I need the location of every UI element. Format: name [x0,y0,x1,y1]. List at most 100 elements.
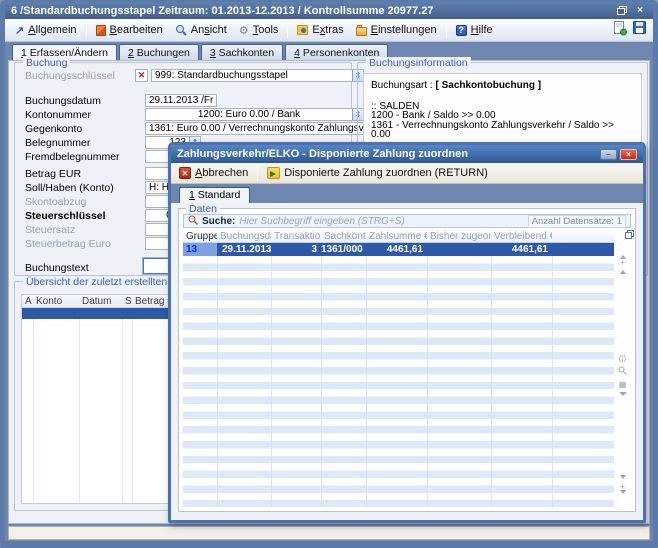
menu-bearbeiten[interactable]: Bearbeiten [90,22,169,38]
belegnummer-label: Belegnummer [25,137,90,149]
scroll-prev-icon[interactable] [620,270,626,274]
edit-icon [96,25,106,36]
new-document-icon[interactable] [613,21,627,39]
zuordnen-button[interactable]: Disponierte Zahlung zuordnen (RETURN) [263,166,492,180]
filter-icon[interactable] [619,392,627,396]
buchungsdatum-combo[interactable]: 29.11.2013 /Fr ⇕ [145,94,217,107]
scroll-first-icon[interactable] [620,246,626,255]
scroll-next-icon[interactable] [620,475,626,479]
menu-separator [287,23,288,38]
buchungsschluessel-combo[interactable]: 999: Standardbuchungsstapel ⇕ [151,69,364,82]
dialog-close-icon[interactable]: × [620,149,637,160]
table-row[interactable]: 13 29.11.2013 /Fr 3 1361/000 4461,61 446… [183,243,614,256]
column-header[interactable]: Datum [79,296,122,307]
gegenkonto-combo[interactable]: 1361: Euro 0.00 / Verrechnungskonto Zahl… [145,122,364,135]
menu-extras[interactable]: Extras [291,22,349,38]
column-divider [217,256,218,507]
search-label: Suche: [202,216,235,227]
menu-separator [446,23,447,38]
menu-tools[interactable]: ⚙ Tools [233,22,285,39]
scroll-up-icon[interactable]: + [620,258,625,267]
search-placeholder: Hier Suchbegriff eingeben (STRG+S) [239,216,404,227]
cell-buchungsdatum: 29.11.2013 /Fr [217,244,271,255]
column-header-zahlsumme[interactable]: Zahlsumme € [366,231,427,242]
tab-sachkonten[interactable]: 3 Sachkonten [201,44,283,60]
kontonummer-combo[interactable]: 1200: Euro 0.00 / Bank ⇕ [145,108,364,121]
column-header-bisher[interactable]: Bisher zugeordnet [427,231,491,242]
buchungstext-label: Buchungstext [25,262,89,274]
table-empty-rows [183,256,614,507]
record-count: Anzahl Datensätze: 1 [528,215,626,228]
sollhaben-label: Soll/Haben (Konto) [25,182,114,194]
buchungsart-value: [ Sachkontobuchung ] [435,80,541,91]
saldo-1361-line: 1361 - Verrechnungskonto Zahlungsverkehr… [371,121,634,140]
close-icon[interactable]: × [633,5,647,17]
menu-allgemein[interactable]: ↗ Allgemein [9,22,83,39]
column-divider [491,256,492,507]
column-divider [552,256,553,507]
titlebar: 6 /Standardbuchungsstapel Zeitraum: 01.2… [5,2,653,19]
cell-gruppe: 13 [183,243,217,256]
column-header-buchungsdatum[interactable]: Buchungsdatum [217,231,271,242]
abbrechen-button[interactable]: ✕ Abbrechen [175,166,252,180]
buchungsinformation-group-title: Buchungsinformation [366,57,471,69]
buchung-group-title: Buchung [23,57,70,69]
column-divider [33,319,34,503]
rollup-icon[interactable]: – [600,149,617,160]
window-title: 6 /Standardbuchungsstapel Zeitraum: 01.2… [11,5,611,17]
chart-icon[interactable]: ▦ [619,380,627,389]
cancel-x-icon: ✕ [179,167,191,179]
column-header-sachkonto[interactable]: Sachkonto [321,231,366,242]
save-icon[interactable] [633,21,647,39]
menubar-right-icons [613,21,649,39]
column-header-transaktion[interactable]: Transaktion [271,231,321,242]
allgemein-icon: ↗ [15,24,24,37]
dialog-title: Zahlungsverkehr/ELKO - Disponierte Zahlu… [177,148,597,160]
column-header[interactable]: Konto [33,296,79,307]
menu-separator [86,23,87,38]
cell-zahlsumme: 4461,61 [366,244,427,255]
dialog-tabband: 1 Standard [171,184,643,203]
steuerbetrag-label: Steuerbetrag Euro [25,238,111,250]
search-small-icon[interactable] [618,366,627,377]
status-bar [8,526,650,540]
gear-icon: ⚙ [239,24,249,37]
table-nav-strip: + (|) ▦ + [614,230,631,507]
table-header: Gruppe Buchungsdatum Transaktion Sachkon… [183,230,614,243]
column-size-icon[interactable]: (|) [619,354,626,363]
view-magnifier-icon [175,24,187,36]
menu-bar: ↗ Allgemein Bearbeiten Ansicht ⚙ Tools E… [5,19,653,42]
column-header[interactable]: A [22,296,33,307]
skontoabzug-label: Skontoabzug [25,196,86,208]
column-divider [271,256,272,507]
search-icon [188,215,198,228]
column-header-verbleibend[interactable]: Verbleibend € [491,231,552,242]
toolbar-separator [257,166,258,181]
search-bar[interactable]: Suche: Hier Suchbegriff eingeben (STRG+S… [183,214,631,228]
cell-transaktion: 3 [271,244,321,255]
extras-icon [297,25,308,35]
tab-standard[interactable]: 1 Standard [179,187,250,203]
steuerschluessel-label: Steuerschlüssel [25,210,106,222]
scroll-last-icon[interactable] [620,494,626,503]
column-divider [321,256,322,507]
menu-ansicht[interactable]: Ansicht [169,22,233,38]
column-header-gruppe[interactable]: Gruppe [183,231,217,242]
menu-hilfe[interactable]: ? Hilfe [450,22,499,38]
tab-buchungen[interactable]: 2 Buchungen [119,44,199,60]
dropdown-icon[interactable]: ⇕ [216,95,217,106]
steuersatz-label: Steuersatz [25,224,75,236]
copy-grid-icon[interactable] [625,232,632,239]
menu-einstellungen[interactable]: Einstellungen [350,22,443,38]
column-divider [427,256,428,507]
assign-icon [267,167,280,179]
dialog-content: Daten Suche: Hier Suchbegriff eingeben (… [171,203,643,520]
clear-buchungsschluessel-button[interactable]: ✕ [135,69,148,82]
dialog-titlebar: Zahlungsverkehr/ELKO - Disponierte Zahlu… [171,145,643,163]
buchungsart-label: Buchungsart : [371,80,435,91]
buchungsdatum-label: Buchungsdatum [25,95,101,107]
restore-icon[interactable] [615,5,629,17]
column-header[interactable]: S [122,296,132,307]
betrag-label: Betrag EUR [25,168,81,180]
daten-groupbox: Daten Suche: Hier Suchbegriff eingeben (… [178,208,636,512]
